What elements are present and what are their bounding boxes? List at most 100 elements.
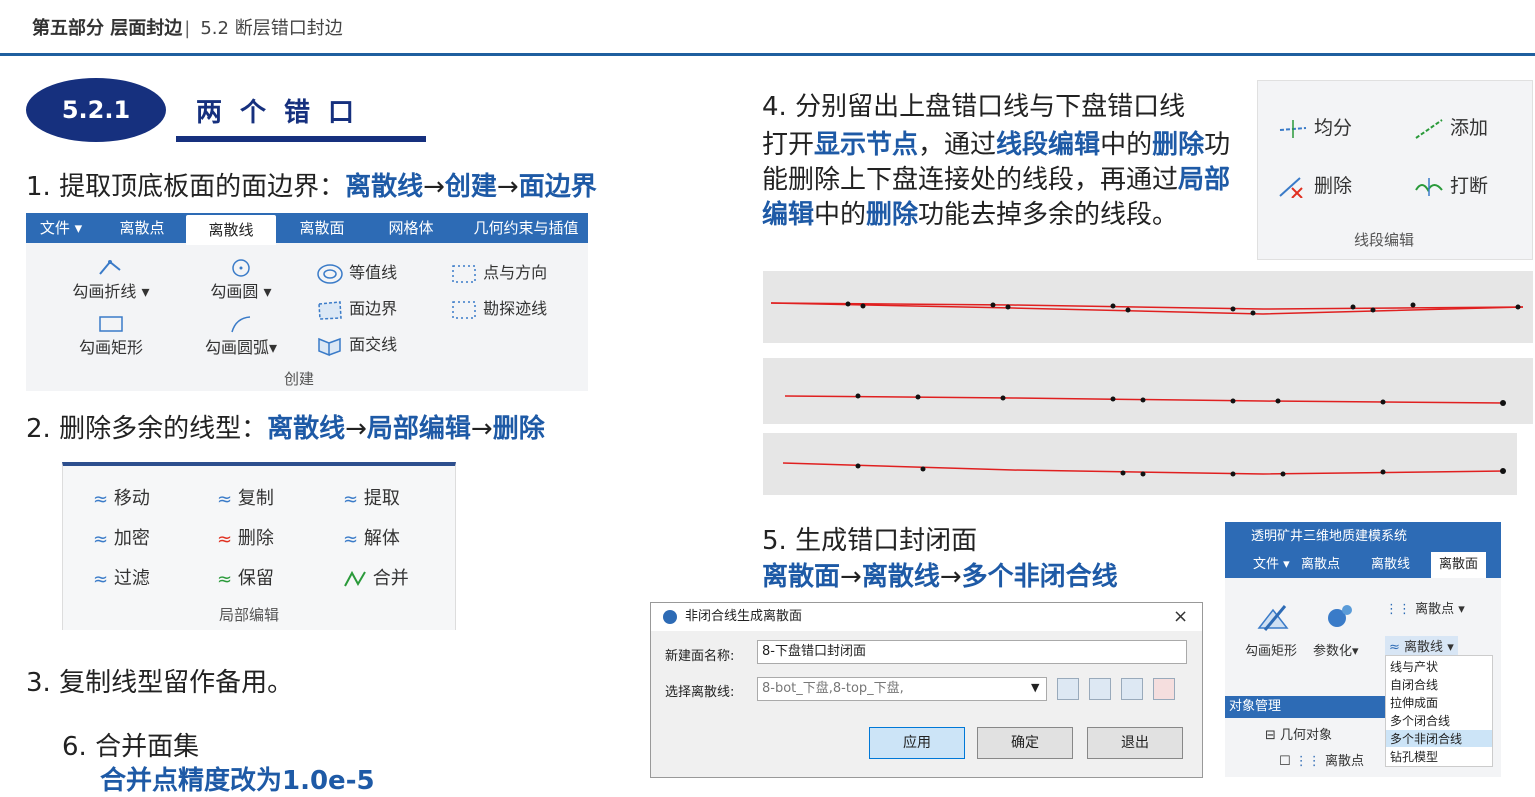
section-number: 5.2.1 xyxy=(26,78,166,142)
option-line-attitude[interactable]: 线与产状 xyxy=(1390,658,1438,675)
option-self-closing[interactable]: 自闭合线 xyxy=(1390,676,1438,693)
clear-selection-icon[interactable] xyxy=(1153,678,1175,700)
menu-file[interactable]: 文件 ▾ xyxy=(1253,552,1290,578)
contour-icon xyxy=(317,263,343,284)
apply-button[interactable]: 应用 xyxy=(869,727,965,759)
copy-icon: ≈ xyxy=(217,488,233,510)
arrow: → xyxy=(345,414,367,444)
select-lines-label: 选择离散线: xyxy=(665,685,735,700)
menu-points[interactable]: 离散点 xyxy=(1301,552,1340,578)
arrow: → xyxy=(470,414,493,444)
path-1b: 创建 xyxy=(444,172,497,202)
param-icon[interactable] xyxy=(1321,600,1357,636)
draw-rect-button[interactable]: 勾画矩形 xyxy=(66,313,156,358)
surface-boundary-button[interactable]: 面边界 xyxy=(316,295,397,321)
group-label-segment-edit: 线段编辑 xyxy=(1354,231,1415,249)
filter-button[interactable]: ≈ 过滤 xyxy=(93,564,150,590)
visibility-icon[interactable] xyxy=(1121,678,1143,700)
chevron-down-icon[interactable]: ▼ xyxy=(1031,681,1039,694)
app-title: 透明矿井三维地质建模系统 xyxy=(1225,522,1501,552)
option-borehole[interactable]: 钻孔模型 xyxy=(1390,748,1438,765)
draw-rect-label: 勾画矩形 xyxy=(1245,644,1298,659)
delete-button[interactable]: ≈ 删除 xyxy=(217,524,274,550)
tab-constraints[interactable]: 几何约束与插值 xyxy=(464,213,588,243)
select-lines-dropdown[interactable]: 8-bot_下盘,8-top_下盘, xyxy=(757,677,1047,701)
extract-button[interactable]: ≈ 提取 xyxy=(343,484,400,510)
ribbon-local-edit: ≈ 移动 ≈ 复制 ≈ 提取 ≈ 加密 ≈ 删除 ≈ 解体 ≈ 过滤 ≈ 保留 … xyxy=(62,462,456,630)
survey-trace-icon xyxy=(452,300,476,319)
param-label: 参数化▾ xyxy=(1313,644,1359,659)
tab-points[interactable]: 离散点 xyxy=(106,213,178,243)
survey-trace-button[interactable]: 勘探迹线 xyxy=(450,295,547,321)
draw-polyline-button[interactable]: 勾画折线 ▾ xyxy=(66,257,156,302)
draw-circle-button[interactable]: 勾画圆 ▾ xyxy=(196,257,286,302)
step-5-heading: 5. 生成错口封闭面 xyxy=(762,526,978,556)
surface-intersect-button[interactable]: 面交线 xyxy=(316,331,397,357)
step-6-sub: 合并点精度改为1.0e-5 xyxy=(100,766,375,796)
step-2: 2. 删除多余的线型：离散线→局部编辑→删除 xyxy=(26,408,545,445)
surface-name-input[interactable]: 8-下盘错口封闭面 xyxy=(757,640,1187,664)
segment-delete-button[interactable]: 删除 xyxy=(1278,171,1352,198)
pick-lines-icon[interactable] xyxy=(1057,678,1079,700)
pick-all-icon[interactable] xyxy=(1089,678,1111,700)
group-label-local-edit: 局部编辑 xyxy=(219,606,280,624)
breadcrumb-divider: | xyxy=(184,18,191,39)
fault-lines-view-2 xyxy=(763,358,1533,424)
merge-button[interactable]: 合并 xyxy=(343,564,409,590)
arrow: → xyxy=(496,172,519,202)
step-4-heading: 4. 分别留出上盘错口线与下盘错口线 xyxy=(762,92,1186,122)
tab-lines[interactable]: 离散线 xyxy=(186,215,276,245)
densify-button[interactable]: ≈ 加密 xyxy=(93,524,150,550)
step-3: 3. 复制线型留作备用。 xyxy=(26,668,294,698)
densify-icon: ≈ xyxy=(93,528,109,550)
tab-mesh[interactable]: 网格体 xyxy=(372,213,450,243)
step-4-body: 打开显示节点，通过线段编辑中的删除功能删除上下盘连接处的线段，再通过局部编辑中的… xyxy=(762,130,1231,230)
dialog-close-button[interactable]: × xyxy=(1173,606,1188,627)
delete-icon: ≈ xyxy=(217,528,233,550)
option-extrude[interactable]: 拉伸成面 xyxy=(1390,694,1438,711)
keep-button[interactable]: ≈ 保留 xyxy=(217,564,274,590)
arc-icon xyxy=(231,315,251,332)
tree-geometry[interactable]: ⊟ 几何对象 xyxy=(1265,724,1332,743)
lines-menu-button[interactable]: ≈ 离散线 ▾ xyxy=(1385,636,1458,655)
dialog-title: 非闭合线生成离散面 xyxy=(651,603,1202,631)
tab-surfaces[interactable]: 离散面 xyxy=(282,213,362,243)
exit-button[interactable]: 退出 xyxy=(1087,727,1183,759)
divide-icon xyxy=(1279,119,1307,138)
step-6-heading: 6. 合并面集 xyxy=(62,732,200,762)
section-badge: 5.2.1 两个错口 xyxy=(26,78,426,150)
add-button[interactable]: 添加 xyxy=(1414,113,1488,140)
tree-points[interactable]: ☐ ⋮⋮ 离散点 xyxy=(1279,750,1364,769)
app-logo-icon xyxy=(663,610,677,624)
extract-icon: ≈ xyxy=(343,488,359,510)
slide-header: 第五部分 层面封边 | 5.2 断层错口封边 xyxy=(0,0,1535,56)
move-button[interactable]: ≈ 移动 xyxy=(93,484,150,510)
contour-button[interactable]: 等值线 xyxy=(316,259,397,285)
point-direction-icon xyxy=(452,264,476,283)
draw-arc-button[interactable]: 勾画圆弧▾ xyxy=(196,313,286,358)
break-button[interactable]: 打断 xyxy=(1414,171,1488,198)
polyline-icon xyxy=(99,259,121,275)
draw-rect-icon[interactable] xyxy=(1255,600,1291,636)
path-1c: 面边界 xyxy=(518,172,597,202)
surface-name-label: 新建面名称: xyxy=(665,649,735,664)
step-5-path: 离散面→离散线→多个非闭合线 xyxy=(762,562,1118,592)
tab-file[interactable]: 文件 ▾ xyxy=(30,213,92,243)
step-2-text: 2. 删除多余的线型： xyxy=(26,414,268,444)
rectangle-icon xyxy=(99,315,123,332)
point-direction-button[interactable]: 点与方向 xyxy=(450,259,547,285)
divide-button[interactable]: 均分 xyxy=(1278,113,1352,140)
option-multi-open[interactable]: 多个非闭合线 xyxy=(1386,730,1492,747)
ribbon-create: 文件 ▾ 离散点 离散线 离散面 网格体 几何约束与插值 勾画折线 ▾ 勾画圆 … xyxy=(26,213,588,391)
ok-button[interactable]: 确定 xyxy=(977,727,1073,759)
menu-surfaces[interactable]: 离散面 xyxy=(1431,552,1487,578)
copy-button[interactable]: ≈ 复制 xyxy=(217,484,274,510)
path-2b: 局部编辑 xyxy=(366,414,471,444)
option-multi-closed[interactable]: 多个闭合线 xyxy=(1390,712,1450,729)
menu-lines[interactable]: 离散线 xyxy=(1371,552,1410,578)
explode-button[interactable]: ≈ 解体 xyxy=(343,524,400,550)
part-title: 第五部分 层面封边 xyxy=(32,18,183,39)
explode-icon: ≈ xyxy=(343,528,359,550)
points-menu-button[interactable]: ⋮⋮ 离散点 ▾ xyxy=(1385,598,1465,617)
path-1a: 离散线 xyxy=(345,172,424,202)
